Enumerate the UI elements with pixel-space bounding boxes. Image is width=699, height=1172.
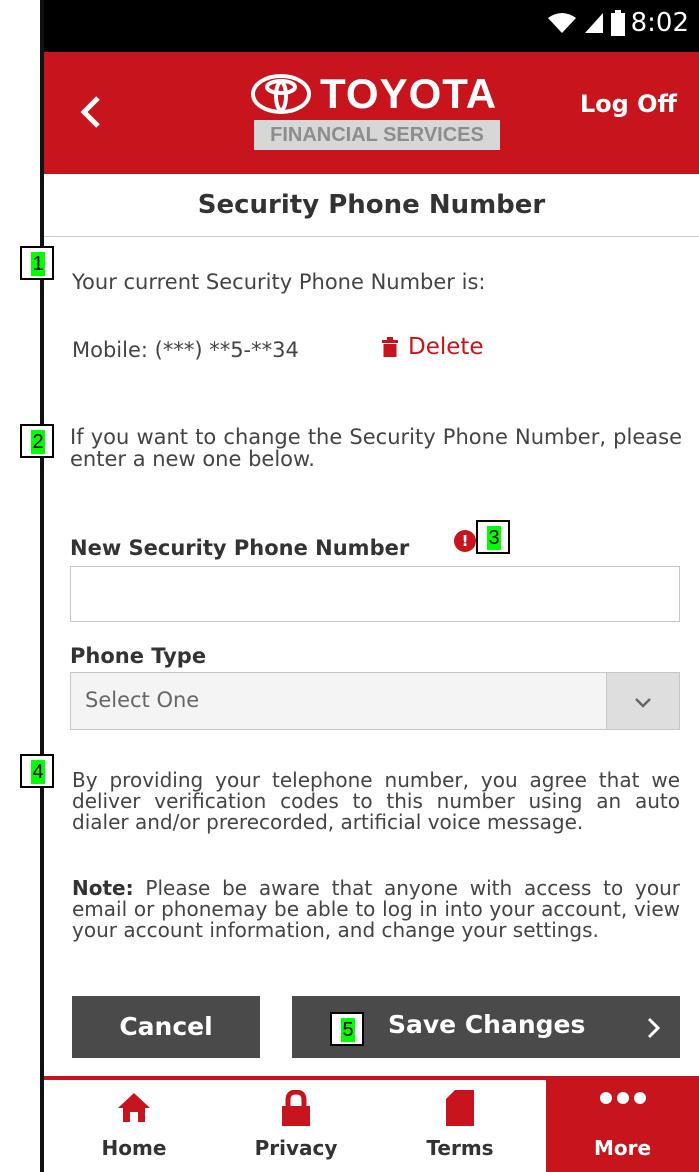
nav-more[interactable]: More (546, 1080, 699, 1172)
phone-type-label: Phone Type (70, 644, 207, 668)
current-mobile-number: Mobile: (***) **5-**34 (72, 338, 299, 362)
phone-type-value: Select One (85, 688, 200, 712)
callout-number: 1 (31, 252, 45, 276)
trash-icon (382, 337, 398, 357)
callout-marker: 1 (20, 246, 54, 280)
select-arrow[interactable] (606, 673, 679, 729)
nav-home[interactable]: Home (74, 1080, 194, 1172)
nav-privacy-label: Privacy (254, 1136, 338, 1160)
left-margin (0, 0, 42, 1172)
toyota-emblem-icon (251, 74, 311, 114)
callout-number: 2 (31, 430, 45, 454)
document-icon (446, 1090, 474, 1126)
cancel-button[interactable]: Cancel (72, 996, 260, 1058)
nav-home-label: Home (101, 1136, 167, 1160)
toyota-logo: TOYOTA FINANCIAL SERVICES (250, 70, 510, 160)
more-dots-icon (599, 1092, 646, 1104)
status-icons: 8:02 (547, 8, 689, 38)
save-changes-label: Save Changes (388, 1010, 586, 1039)
status-bar: 8:02 (44, 0, 699, 52)
back-button[interactable] (70, 82, 110, 142)
new-phone-input[interactable] (70, 566, 680, 622)
callout-number: 5 (341, 1018, 355, 1042)
change-instructions: If you want to change the Security Phone… (70, 425, 682, 471)
page-title: Security Phone Number (44, 174, 699, 237)
logo-subtitle: FINANCIAL SERVICES (254, 120, 500, 150)
wifi-icon (547, 13, 576, 33)
callout-marker: 2 (20, 424, 54, 458)
callout-marker: 4 (20, 754, 54, 788)
chevron-right-icon (647, 1017, 661, 1039)
nav-privacy[interactable]: Privacy (236, 1080, 356, 1172)
chevron-down-icon (635, 698, 651, 708)
callout-marker: 5 (330, 1012, 364, 1046)
note-text: Note: Please be aware that anyone with a… (72, 878, 680, 941)
info-icon[interactable]: ! (454, 530, 476, 552)
nav-more-label: More (593, 1136, 652, 1160)
home-icon (118, 1093, 150, 1122)
nav-terms-label: Terms (426, 1136, 494, 1160)
bottom-nav: Home Privacy Terms More (44, 1076, 699, 1172)
app-header: TOYOTA FINANCIAL SERVICES Log Off (44, 52, 699, 174)
phone-screen: 8:02 TOYOTA FINANCIAL SERVICES Log Off S… (44, 0, 699, 1172)
lock-icon (282, 1090, 310, 1126)
callout-number: 4 (31, 760, 45, 784)
new-phone-label: New Security Phone Number (70, 536, 410, 560)
chevron-left-icon (80, 96, 100, 128)
logoff-link[interactable]: Log Off (580, 90, 677, 118)
battery-icon (610, 10, 625, 36)
note-body: Please be aware that anyone with access … (72, 876, 680, 942)
nav-terms[interactable]: Terms (400, 1080, 520, 1172)
callout-number: 3 (487, 526, 501, 550)
logo-top: TOYOTA (250, 70, 510, 118)
delete-label: Delete (408, 334, 484, 360)
callout-marker: 3 (476, 520, 510, 554)
phone-type-select[interactable]: Select One (70, 672, 680, 730)
delete-button[interactable]: Delete (382, 334, 484, 360)
status-time: 8:02 (630, 8, 689, 38)
current-number-label: Your current Security Phone Number is: (72, 270, 486, 294)
consent-text: By providing your telephone number, you … (72, 768, 680, 834)
signal-icon (584, 13, 603, 33)
logo-brand-name: TOYOTA (320, 70, 498, 117)
